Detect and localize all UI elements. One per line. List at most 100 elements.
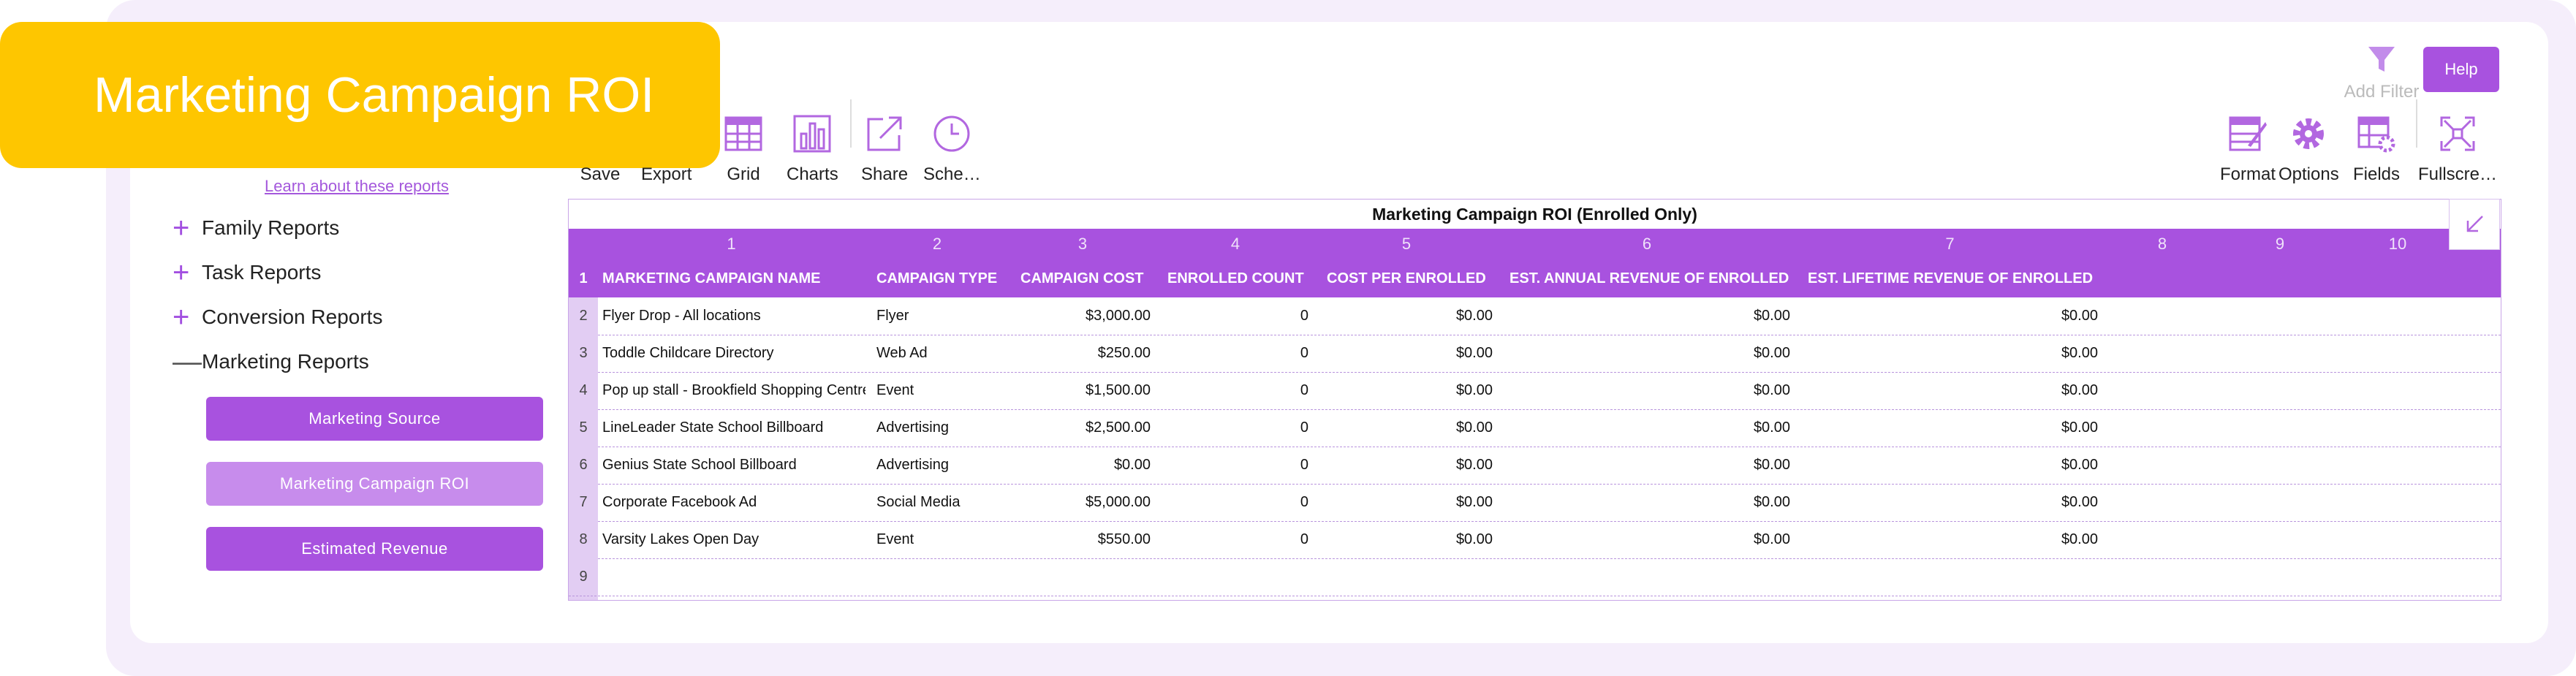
cell-enrolled-count[interactable]: 0 <box>1156 409 1308 447</box>
column-number[interactable]: 3 <box>1009 229 1156 259</box>
share-button[interactable]: Share <box>861 113 908 185</box>
cell-enrolled-count[interactable]: 0 <box>1156 521 1308 558</box>
charts-button[interactable]: Charts <box>787 113 838 185</box>
header-campaign-cost[interactable]: CAMPAIGN COST <box>1020 259 1144 297</box>
schedule-button[interactable]: Sche… <box>923 113 981 185</box>
add-filter-button[interactable]: Add Filter <box>2339 44 2424 102</box>
column-number[interactable]: 4 <box>1156 229 1315 259</box>
grid-button[interactable]: Grid <box>723 113 764 185</box>
cell-enrolled-count[interactable]: 0 <box>1156 372 1308 409</box>
cell-campaign-name[interactable]: Varsity Lakes Open Day <box>602 521 865 558</box>
report-marketing-source[interactable]: Marketing Source <box>206 397 543 441</box>
cell-cost-per-enrolled[interactable] <box>1315 558 1493 596</box>
cell-campaign-type[interactable]: Advertising <box>876 409 1008 447</box>
column-number[interactable]: 2 <box>865 229 1009 259</box>
cell-enrolled-count[interactable]: 0 <box>1156 297 1308 335</box>
plus-icon: + <box>173 301 190 333</box>
cell-annual-revenue[interactable]: $0.00 <box>1498 409 1790 447</box>
cell-enrolled-count[interactable]: 0 <box>1156 447 1308 484</box>
options-button[interactable]: Options <box>2278 113 2339 185</box>
cell-annual-revenue[interactable]: $0.00 <box>1498 335 1790 372</box>
cell-campaign-type[interactable]: Flyer <box>876 297 1008 335</box>
cell-campaign-type[interactable]: Advertising <box>876 447 1008 484</box>
cell-cost-per-enrolled[interactable]: $0.00 <box>1315 335 1493 372</box>
cell-annual-revenue[interactable]: $0.00 <box>1498 372 1790 409</box>
header-campaign-name[interactable]: MARKETING CAMPAIGN NAME <box>602 259 821 297</box>
cell-campaign-name[interactable] <box>602 558 865 596</box>
cell-campaign-cost[interactable]: $3,000.00 <box>1009 297 1151 335</box>
cell-campaign-type[interactable]: Web Ad <box>876 335 1008 372</box>
cell-campaign-cost[interactable] <box>1009 558 1151 596</box>
collapse-button[interactable] <box>2449 199 2500 250</box>
cell-cost-per-enrolled[interactable]: $0.00 <box>1315 447 1493 484</box>
cell-cost-per-enrolled[interactable]: $0.00 <box>1315 297 1493 335</box>
cell-lifetime-revenue[interactable]: $0.00 <box>1796 335 2098 372</box>
header-campaign-type[interactable]: CAMPAIGN TYPE <box>876 259 997 297</box>
cell-cost-per-enrolled[interactable]: $0.00 <box>1315 372 1493 409</box>
cell-cost-per-enrolled[interactable]: $0.00 <box>1315 409 1493 447</box>
cell-cost-per-enrolled[interactable]: $0.00 <box>1315 484 1493 521</box>
cell-lifetime-revenue[interactable]: $0.00 <box>1796 484 2098 521</box>
cell-campaign-name[interactable]: Flyer Drop - All locations <box>602 297 865 335</box>
cell-lifetime-revenue[interactable] <box>1796 558 2098 596</box>
cell-enrolled-count[interactable]: 0 <box>1156 335 1308 372</box>
column-number[interactable]: 7 <box>1796 229 2104 259</box>
column-number-row: 1 2 3 4 5 6 7 8 9 10 <box>569 229 2501 259</box>
cell-campaign-cost[interactable]: $550.00 <box>1009 521 1151 558</box>
cell-campaign-cost[interactable]: $2,500.00 <box>1009 409 1151 447</box>
column-number[interactable]: 1 <box>598 229 865 259</box>
cell-campaign-type[interactable]: Event <box>876 521 1008 558</box>
tree-conversion-reports[interactable]: + Conversion Reports <box>173 301 382 333</box>
help-button[interactable]: Help <box>2423 47 2499 92</box>
header-lifetime-revenue[interactable]: EST. LIFETIME REVENUE OF ENROLLED <box>1808 259 2093 297</box>
cell-annual-revenue[interactable]: $0.00 <box>1498 521 1790 558</box>
tree-family-reports[interactable]: + Family Reports <box>173 213 339 243</box>
cell-lifetime-revenue[interactable]: $0.00 <box>1796 372 2098 409</box>
row-number: 9 <box>569 558 598 596</box>
export-button[interactable]: Export <box>641 113 692 185</box>
cell-annual-revenue[interactable] <box>1498 558 1790 596</box>
report-marketing-campaign-roi[interactable]: Marketing Campaign ROI <box>206 462 543 506</box>
cell-enrolled-count[interactable] <box>1156 558 1308 596</box>
header-annual-revenue[interactable]: EST. ANNUAL REVENUE OF ENROLLED <box>1509 259 1789 297</box>
cell-campaign-name[interactable]: LineLeader State School Billboard <box>602 409 865 447</box>
cell-annual-revenue[interactable]: $0.00 <box>1498 447 1790 484</box>
report-estimated-revenue[interactable]: Estimated Revenue <box>206 527 543 571</box>
learn-about-reports-link[interactable]: Learn about these reports <box>265 177 449 196</box>
cell-campaign-type[interactable] <box>876 558 1008 596</box>
save-button[interactable]: Save <box>580 113 621 185</box>
cell-lifetime-revenue[interactable]: $0.00 <box>1796 409 2098 447</box>
cell-campaign-type[interactable]: Event <box>876 372 1008 409</box>
column-number[interactable]: 6 <box>1498 229 1796 259</box>
cell-campaign-cost[interactable]: $250.00 <box>1009 335 1151 372</box>
cell-annual-revenue[interactable]: $0.00 <box>1498 297 1790 335</box>
cell-cost-per-enrolled[interactable]: $0.00 <box>1315 521 1493 558</box>
cell-lifetime-revenue[interactable]: $0.00 <box>1796 447 2098 484</box>
column-number[interactable]: 5 <box>1315 229 1498 259</box>
header-cost-per-enrolled[interactable]: COST PER ENROLLED <box>1327 259 1486 297</box>
tree-marketing-reports[interactable]: — Marketing Reports <box>173 347 369 376</box>
column-number[interactable]: 9 <box>2221 229 2339 259</box>
column-number[interactable]: 10 <box>2339 229 2456 259</box>
fullscreen-icon <box>2440 116 2475 151</box>
fullscreen-button[interactable]: Fullscre… <box>2418 113 2497 185</box>
cell-campaign-type[interactable]: Social Media <box>876 484 1008 521</box>
cell-campaign-cost[interactable]: $1,500.00 <box>1009 372 1151 409</box>
cell-annual-revenue[interactable]: $0.00 <box>1498 484 1790 521</box>
cell-campaign-name[interactable]: Genius State School Billboard <box>602 447 865 484</box>
cell-campaign-cost[interactable]: $0.00 <box>1009 447 1151 484</box>
cell-campaign-cost[interactable]: $5,000.00 <box>1009 484 1151 521</box>
cell-campaign-name[interactable]: Pop up stall - Brookfield Shopping Centr… <box>602 372 865 409</box>
table-row: 7 Corporate Facebook Ad Social Media $5,000… <box>569 484 2501 522</box>
cell-lifetime-revenue[interactable]: $0.00 <box>1796 297 2098 335</box>
cell-enrolled-count[interactable]: 0 <box>1156 484 1308 521</box>
cell-lifetime-revenue[interactable]: $0.00 <box>1796 521 2098 558</box>
fields-button[interactable]: Fields <box>2353 113 2400 185</box>
table-row: 6 Genius State School Billboard Advertisin… <box>569 447 2501 485</box>
cell-campaign-name[interactable]: Corporate Facebook Ad <box>602 484 865 521</box>
tree-task-reports[interactable]: + Task Reports <box>173 258 321 287</box>
format-button[interactable]: Format <box>2220 113 2276 185</box>
header-enrolled-count[interactable]: ENROLLED COUNT <box>1167 259 1304 297</box>
cell-campaign-name[interactable]: Toddle Childcare Directory <box>602 335 865 372</box>
column-number[interactable]: 8 <box>2104 229 2221 259</box>
